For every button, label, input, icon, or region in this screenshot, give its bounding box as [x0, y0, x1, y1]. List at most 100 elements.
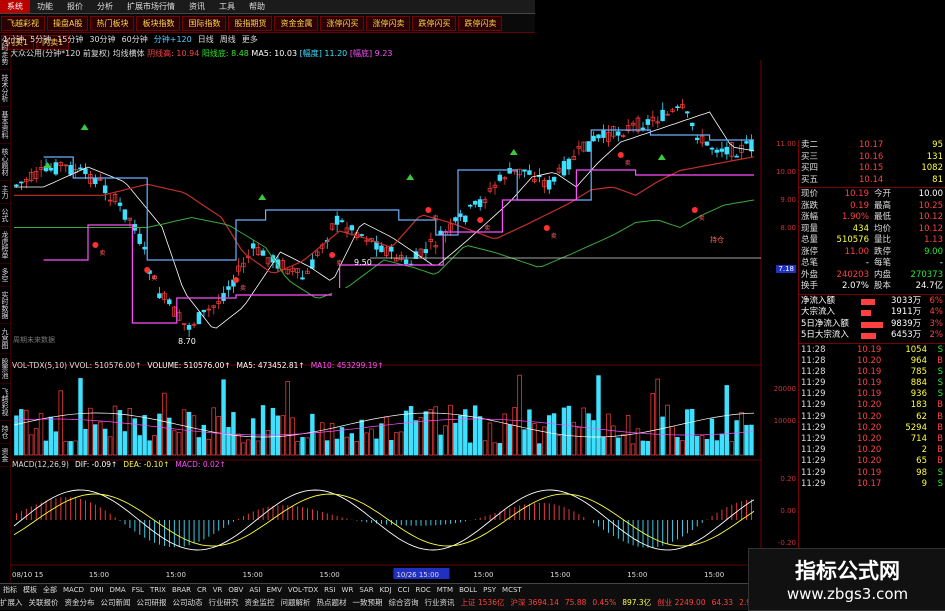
period-2[interactable]: 15分钟 — [54, 33, 86, 47]
indicator-tab-4[interactable]: DMI — [87, 584, 107, 596]
left-tab-10[interactable]: 股票池 — [0, 354, 10, 384]
tick-price: 10.19 — [857, 366, 882, 377]
candle-body — [694, 137, 700, 141]
candle-body — [339, 220, 345, 223]
order-book-label: 买四 — [801, 163, 819, 173]
indicator-tab-16[interactable]: WR — [339, 584, 357, 596]
menu-item-2[interactable]: 报价 — [60, 0, 90, 13]
quote-stat-row: 涨跌 0.19 最高 10.25 — [799, 201, 945, 213]
menu-item-4[interactable]: 扩展市场行情 — [120, 0, 182, 13]
quote-stat-label: 总笔 — [801, 258, 819, 268]
indicator-tab-23[interactable]: PSY — [480, 584, 499, 596]
info-item-1: 阳线底: 8.48 — [199, 49, 249, 58]
volume-bar — [172, 430, 177, 456]
candle-body — [142, 246, 147, 250]
menu-item-3[interactable]: 分析 — [90, 0, 120, 13]
price-tick-label: 9.00 — [780, 196, 796, 204]
left-tab-7[interactable]: 多空 — [0, 264, 10, 287]
candle-body — [690, 122, 695, 127]
period-8[interactable]: 更多 — [239, 33, 261, 47]
indicator-tab-12[interactable]: ASI — [246, 584, 263, 596]
volume-bar — [270, 407, 276, 456]
left-tab-5[interactable]: 公式 — [0, 204, 10, 227]
period-7[interactable]: 周线 — [217, 33, 239, 47]
indicator-tab-17[interactable]: SAR — [356, 584, 376, 596]
left-tab-12[interactable]: 持仓 — [0, 421, 10, 444]
left-tab-11[interactable]: 飞越彩视 — [0, 384, 10, 421]
left-tab-0[interactable]: 分时走势 — [0, 33, 10, 70]
tick-direction: S — [937, 344, 943, 355]
indicator-tab-21[interactable]: MTM — [434, 584, 456, 596]
indicator-tab-19[interactable]: CCI — [395, 584, 413, 596]
left-tab-2[interactable]: 基本资料 — [0, 107, 10, 144]
left-tab-13[interactable]: 资金 — [0, 444, 10, 467]
indicator-tab-8[interactable]: BRAR — [169, 584, 194, 596]
period-6[interactable]: 日线 — [195, 33, 217, 47]
toolbar-button-0[interactable]: 飞越彩视 — [1, 16, 45, 31]
menu-item-0[interactable]: 系统 — [0, 0, 30, 13]
tick-row: 11:28 10.19 1054 S — [799, 345, 945, 356]
left-tab-1[interactable]: 技术分析 — [0, 70, 10, 107]
order-book-row: 卖二 10.17 95 — [799, 140, 945, 152]
left-tab-8[interactable]: 实时数据 — [0, 287, 10, 324]
tick-time: 11:29 — [801, 378, 826, 389]
indicator-tab-13[interactable]: EMV — [264, 584, 285, 596]
period-1[interactable]: 5分钟 — [27, 33, 54, 47]
candlestick-chart[interactable]: 8.709.50周期未来数据卖卖卖卖卖卖卖卖卖持仓VOL-TDX(5,10) V… — [10, 60, 762, 583]
fund-flow-row: 5日净流入额 9839万 3% — [799, 319, 945, 331]
indicator-tab-14[interactable]: VOL-TDX — [285, 584, 321, 596]
volume-bar — [122, 431, 128, 456]
indicator-tab-24[interactable]: MCST — [499, 584, 525, 596]
menu-item-7[interactable]: 帮助 — [242, 0, 272, 13]
toolbar-button-2[interactable]: 热门板块 — [90, 16, 135, 31]
volume-bar — [78, 378, 83, 456]
menu-item-5[interactable]: 资讯 — [182, 0, 212, 13]
volume-bar — [670, 426, 675, 456]
indicator-tab-1[interactable]: 模板 — [20, 584, 40, 596]
indicator-tab-3[interactable]: MACD — [60, 584, 87, 596]
indicator-tab-9[interactable]: CR — [194, 584, 210, 596]
left-tab-3[interactable]: 核心题材 — [0, 144, 10, 181]
toolbar-button-4[interactable]: 国际指数 — [182, 16, 227, 31]
indicator-tab-10[interactable]: VR — [210, 584, 226, 596]
period-3[interactable]: 30分钟 — [86, 33, 118, 47]
toolbar-button-9[interactable]: 跌停闪买 — [412, 16, 457, 31]
indicator-tab-15[interactable]: RSI — [321, 584, 338, 596]
order-book-row: 买五 10.14 81 — [799, 175, 945, 187]
volume-bar — [241, 442, 246, 456]
indicator-tab-20[interactable]: ROC — [412, 584, 433, 596]
indicator-tab-22[interactable]: BOLL — [456, 584, 480, 596]
toolbar-button-10[interactable]: 跌停闪卖 — [458, 16, 503, 31]
toolbar-button-5[interactable]: 股指期货 — [228, 16, 273, 31]
left-tab-4[interactable]: 主力 — [0, 181, 10, 204]
indicator-tab-7[interactable]: TRIX — [147, 584, 169, 596]
period-4[interactable]: 60分钟 — [119, 33, 151, 47]
menu-item-6[interactable]: 工具 — [212, 0, 242, 13]
left-tab-9[interactable]: 九宫图 — [0, 324, 10, 354]
toolbar-button-1[interactable]: 操盘A股 — [47, 16, 89, 31]
quote-stat-label: 股本 — [874, 281, 892, 291]
tick-time: 11:29 — [801, 434, 826, 444]
period-5[interactable]: 分钟+120 — [151, 33, 195, 47]
volume-bar — [300, 437, 305, 456]
toolbar-button-8[interactable]: 涨停闪卖 — [366, 16, 411, 31]
indicator-tab-0[interactable]: 指标 — [0, 584, 20, 596]
sell-label: 卖 — [432, 215, 438, 222]
indicator-tab-11[interactable]: OBV — [225, 584, 246, 596]
indicator-tab-6[interactable]: FSL — [129, 584, 147, 596]
toolbar-button-3[interactable]: 板块指数 — [136, 16, 181, 31]
candle-body — [645, 119, 651, 125]
left-tab-6[interactable]: 龙虎榜单 — [0, 227, 10, 264]
order-book-price: 10.14 — [859, 174, 884, 185]
fund-flow-pct: 6% — [929, 295, 944, 306]
indicator-tab-18[interactable]: KDJ — [377, 584, 395, 596]
indicator-tab-5[interactable]: DMA — [106, 584, 128, 596]
toolbar-button-7[interactable]: 涨停闪买 — [320, 16, 365, 31]
volume-bar — [704, 438, 710, 456]
indicator-tab-2[interactable]: 全部 — [40, 584, 60, 596]
toolbar-button-6[interactable]: 资金金属 — [274, 16, 319, 31]
tick-price: 10.20 — [857, 422, 882, 433]
tick-row: 11:29 10.20 65 B — [799, 456, 945, 467]
volume-bar — [320, 422, 325, 456]
menu-item-1[interactable]: 功能 — [30, 0, 60, 13]
